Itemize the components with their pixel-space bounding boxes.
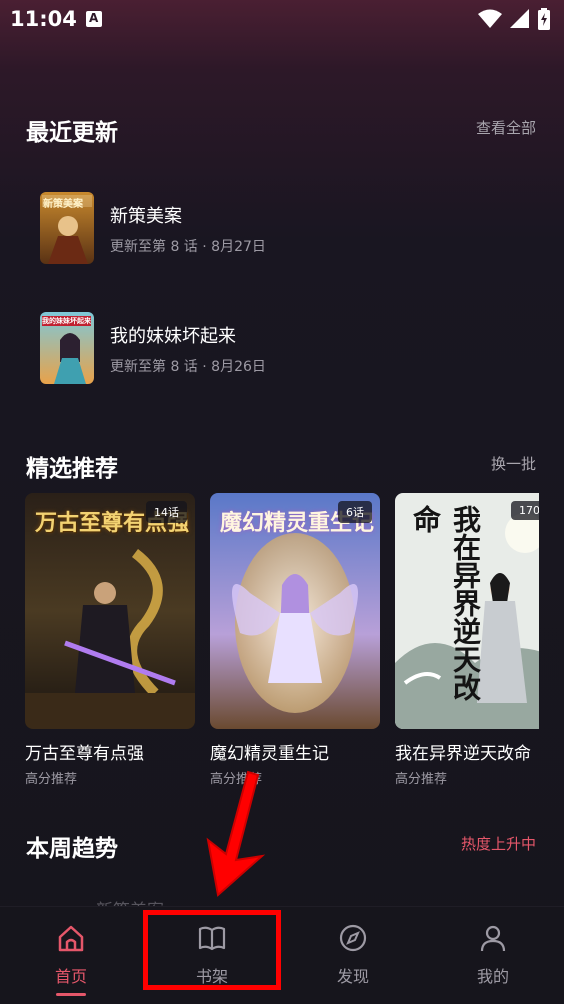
nav-tab-home[interactable]: 首页: [21, 923, 121, 996]
trending-rising-label[interactable]: 热度上升中: [461, 833, 536, 854]
card-cover: 魔幻精灵重生记 6话: [210, 493, 380, 729]
recent-item-title: 我的妹妹坏起来: [110, 326, 236, 347]
recent-item-episode: 更新至第 8 话: [110, 239, 198, 255]
card-subtitle: 高分推荐: [25, 772, 78, 787]
episode-badge: 14话: [146, 501, 187, 523]
status-time: 11:04: [10, 7, 77, 31]
wifi-icon: [478, 9, 502, 28]
user-icon: [480, 925, 506, 952]
annotation-highlight-box: [143, 910, 281, 990]
recent-item-meta: 更新至第 8 话 · 8月26日: [110, 356, 266, 376]
recent-thumb-text: 我的妹妹坏起来: [42, 316, 91, 326]
recent-item-date: 8月27日: [211, 239, 266, 255]
card-cover: 万古至尊有点强 14话: [25, 493, 195, 729]
view-all-link[interactable]: 查看全部: [476, 117, 536, 138]
featured-card[interactable]: 我在异界逆天改命 170 我在异界逆天改命 高分推荐: [395, 493, 539, 787]
meta-separator: ·: [202, 239, 212, 255]
recent-item-title: 新策美案: [110, 206, 182, 227]
episode-badge: 6话: [338, 501, 372, 523]
featured-card[interactable]: 魔幻精灵重生记 6话 魔幻精灵重生记 高分推荐: [210, 493, 380, 787]
nav-label-profile: 我的: [476, 967, 509, 986]
compass-icon: [339, 924, 367, 952]
section-title-trending: 本周趋势: [26, 836, 118, 862]
nav-label-home: 首页: [54, 967, 87, 986]
nav-label-discover: 发现: [336, 967, 369, 986]
card-subtitle: 高分推荐: [210, 772, 263, 787]
recent-thumbnail: 我的妹妹坏起来: [40, 312, 94, 384]
card-title: 我在异界逆天改命: [395, 744, 531, 764]
recent-item[interactable]: 新策美案 新策美案 更新至第 8 话 · 8月27日: [40, 192, 520, 268]
card-cover-text: 我在异界逆天改命: [409, 505, 482, 701]
recent-item-episode: 更新至第 8 话: [110, 359, 198, 375]
status-bar: 11:04: [0, 0, 564, 38]
refresh-batch-link[interactable]: 换一批: [491, 453, 536, 474]
section-title-recent: 最近更新: [26, 120, 118, 146]
recent-item-meta: 更新至第 8 话 · 8月27日: [110, 236, 266, 256]
recent-item-date: 8月26日: [211, 359, 266, 375]
home-icon: [58, 925, 84, 952]
recent-thumb-text: 新策美案: [43, 199, 83, 210]
active-indicator: [56, 993, 86, 996]
status-icons: [478, 8, 550, 30]
signal-icon: [510, 9, 529, 28]
bottom-nav: 首页 书架 发现 我的: [0, 906, 564, 1004]
recent-item[interactable]: 我的妹妹坏起来 我的妹妹坏起来 更新至第 8 话 · 8月26日: [40, 312, 520, 388]
card-cover: 我在异界逆天改命 170: [395, 493, 539, 729]
episode-badge: 170: [511, 501, 539, 520]
notification-a-icon: [86, 11, 102, 27]
card-title: 万古至尊有点强: [25, 744, 144, 764]
recent-thumbnail: 新策美案: [40, 192, 94, 264]
card-subtitle: 高分推荐: [395, 772, 448, 787]
card-title: 魔幻精灵重生记: [210, 744, 329, 764]
nav-tab-discover[interactable]: 发现: [303, 923, 403, 987]
meta-separator: ·: [202, 359, 212, 375]
battery-icon: [538, 8, 550, 30]
section-title-featured: 精选推荐: [26, 456, 118, 482]
featured-card[interactable]: 万古至尊有点强 14话 万古至尊有点强 高分推荐: [25, 493, 195, 787]
nav-tab-profile[interactable]: 我的: [443, 923, 543, 987]
